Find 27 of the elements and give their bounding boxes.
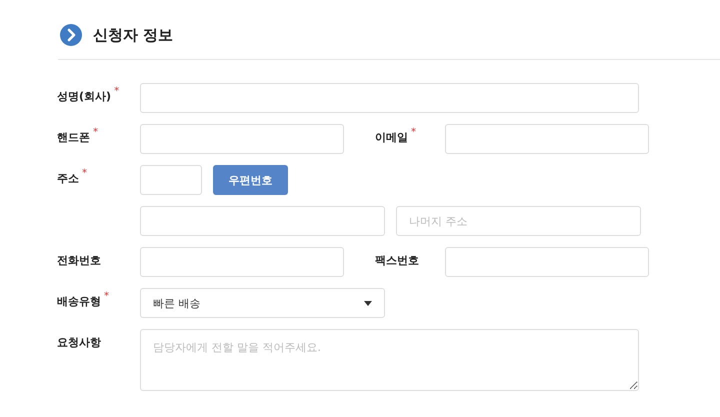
input-field[interactable] [140,124,344,154]
field-label: 전화번호 [57,253,101,268]
address-field[interactable] [140,206,385,236]
section-title: 신청자 정보 [93,26,174,44]
input-field[interactable] [140,247,344,277]
field-label: 주소 [57,171,79,186]
postcode-field[interactable] [140,165,202,195]
chevron-right-icon [60,24,82,46]
field-label: 핸드폰 [57,130,90,145]
postcode-button[interactable]: 우편번호 [213,165,288,195]
required-mark: * [104,291,109,302]
field-label: 성명(회사) [57,89,112,104]
field-label: 이메일 [375,130,408,145]
field-label: 팩스번호 [375,253,419,268]
request-textarea[interactable]: 담당자에게 전할 말을 적어주세요. [140,329,639,391]
field-label: 배송유형 [57,294,101,309]
delivery-type-select[interactable]: 빠른 배송 [140,288,385,318]
caret-icon [364,300,372,306]
input-field[interactable] [140,83,639,113]
input-field[interactable] [445,247,649,277]
field-label: 요청사항 [57,335,101,350]
required-mark: * [411,127,416,138]
input-field[interactable] [445,124,649,154]
address-detail-field[interactable]: 나머지 주소 [396,206,641,236]
required-mark: * [82,168,87,179]
required-mark: * [114,86,120,97]
required-mark: * [93,127,98,138]
